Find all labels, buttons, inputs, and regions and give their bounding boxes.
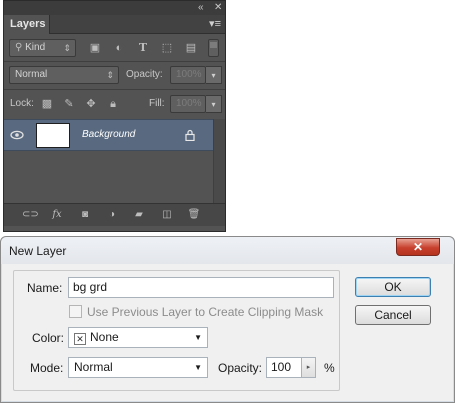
- opacity-label: Opacity:: [218, 361, 263, 375]
- panel-tab-bar: Layers ▾≡: [4, 15, 225, 34]
- close-icon: ✕: [412, 240, 424, 254]
- clipping-mask-label: Use Previous Layer to Create Clipping Ma…: [87, 305, 324, 319]
- opacity-label: Opacity:: [126, 69, 163, 80]
- lock-image-pixels-icon[interactable]: ✎: [62, 97, 76, 111]
- layer-style-fx-icon[interactable]: fx: [49, 208, 65, 222]
- close-button[interactable]: ✕: [396, 238, 440, 256]
- filter-kind-label: Kind: [25, 42, 46, 53]
- lock-all-icon[interactable]: 🔒︎: [106, 97, 120, 111]
- adjustment-filter-icon[interactable]: ◐: [112, 41, 126, 55]
- color-select[interactable]: ✕ None ▼: [68, 327, 208, 348]
- ok-button[interactable]: OK: [355, 277, 431, 297]
- opacity-input[interactable]: 100: [266, 357, 302, 378]
- opacity-field[interactable]: 100%: [170, 66, 206, 84]
- divider: [4, 89, 225, 90]
- layers-panel: « ✕ Layers ▾≡ ⚲ Kind ⇕ ▣ ◐ T ⬚ ▤ Normal …: [3, 0, 226, 232]
- collapse-panel-icon[interactable]: «: [198, 1, 204, 14]
- pixel-filter-icon[interactable]: ▣: [88, 41, 102, 55]
- shape-filter-icon[interactable]: ⬚: [160, 41, 174, 55]
- new-layer-icon[interactable]: ◫: [159, 208, 175, 222]
- dialog-title: New Layer: [9, 244, 67, 258]
- cancel-button[interactable]: Cancel: [355, 305, 431, 325]
- add-mask-icon[interactable]: ◙: [77, 208, 93, 222]
- name-label: Name:: [27, 281, 63, 295]
- layer-row-background[interactable]: Background: [4, 119, 213, 151]
- layer-lock-icon: [185, 129, 195, 141]
- mode-select[interactable]: Normal ▼: [68, 357, 208, 378]
- layers-scrollbar[interactable]: [213, 119, 225, 203]
- blend-mode-select[interactable]: Normal ⇕: [9, 66, 119, 84]
- mode-label: Mode:: [30, 361, 64, 375]
- no-color-swatch-icon: ✕: [74, 333, 86, 345]
- new-fill-adjustment-icon[interactable]: ◑: [104, 208, 120, 222]
- visibility-eye-icon[interactable]: [10, 129, 24, 141]
- lock-label: Lock:: [10, 98, 34, 109]
- fill-field[interactable]: 100%: [170, 95, 206, 113]
- chevron-down-icon: ▼: [194, 333, 202, 342]
- tab-layers[interactable]: Layers: [4, 15, 50, 34]
- panel-top-strip: « ✕: [4, 1, 225, 15]
- name-input[interactable]: bg grd: [68, 277, 334, 298]
- fill-dropdown-button[interactable]: ▾: [206, 95, 222, 113]
- divider: [4, 61, 225, 62]
- dialog-body: Name: bg grd Use Previous Layer to Creat…: [4, 264, 451, 400]
- filter-toggle[interactable]: [208, 39, 219, 57]
- panel-bottom-bar: ⊂⊃ fx ◙ ◑ ▰ ◫ 🗑︎: [4, 203, 225, 226]
- link-layers-icon[interactable]: ⊂⊃: [22, 208, 39, 222]
- filter-kind-select[interactable]: ⚲ Kind ⇕: [9, 39, 76, 57]
- chevron-down-icon: ▼: [194, 363, 202, 372]
- layer-name: Background: [82, 129, 136, 140]
- delete-layer-icon[interactable]: 🗑︎: [186, 208, 202, 222]
- panel-menu-icon[interactable]: ▾≡: [209, 17, 221, 31]
- clipping-mask-checkbox[interactable]: [69, 305, 82, 318]
- close-panel-icon[interactable]: ✕: [214, 1, 222, 14]
- fill-label: Fill:: [149, 98, 165, 109]
- smart-object-filter-icon[interactable]: ▤: [184, 41, 198, 55]
- mode-value: Normal: [74, 360, 113, 374]
- layer-thumbnail: [36, 123, 70, 148]
- color-value: None: [90, 330, 119, 344]
- new-layer-dialog: New Layer ✕ Name: bg grd Use Previous La…: [0, 236, 455, 403]
- lock-transparent-pixels-icon[interactable]: ▩: [40, 97, 54, 111]
- type-filter-icon[interactable]: T: [136, 41, 150, 55]
- updown-arrow-icon: ⇕: [63, 43, 71, 53]
- opacity-dropdown-button[interactable]: ▾: [206, 66, 222, 84]
- color-label: Color:: [32, 331, 65, 345]
- blend-mode-value: Normal: [15, 69, 48, 80]
- new-group-icon[interactable]: ▰: [131, 208, 147, 222]
- stage: « ✕ Layers ▾≡ ⚲ Kind ⇕ ▣ ◐ T ⬚ ▤ Normal …: [0, 0, 455, 403]
- search-icon: ⚲: [15, 42, 23, 53]
- updown-arrow-icon: ⇕: [106, 70, 114, 80]
- dialog-titlebar: New Layer ✕: [1, 237, 454, 264]
- lock-position-icon[interactable]: ✥: [84, 97, 98, 111]
- opacity-spinner[interactable]: ▸: [302, 357, 316, 378]
- percent-unit: %: [324, 361, 335, 375]
